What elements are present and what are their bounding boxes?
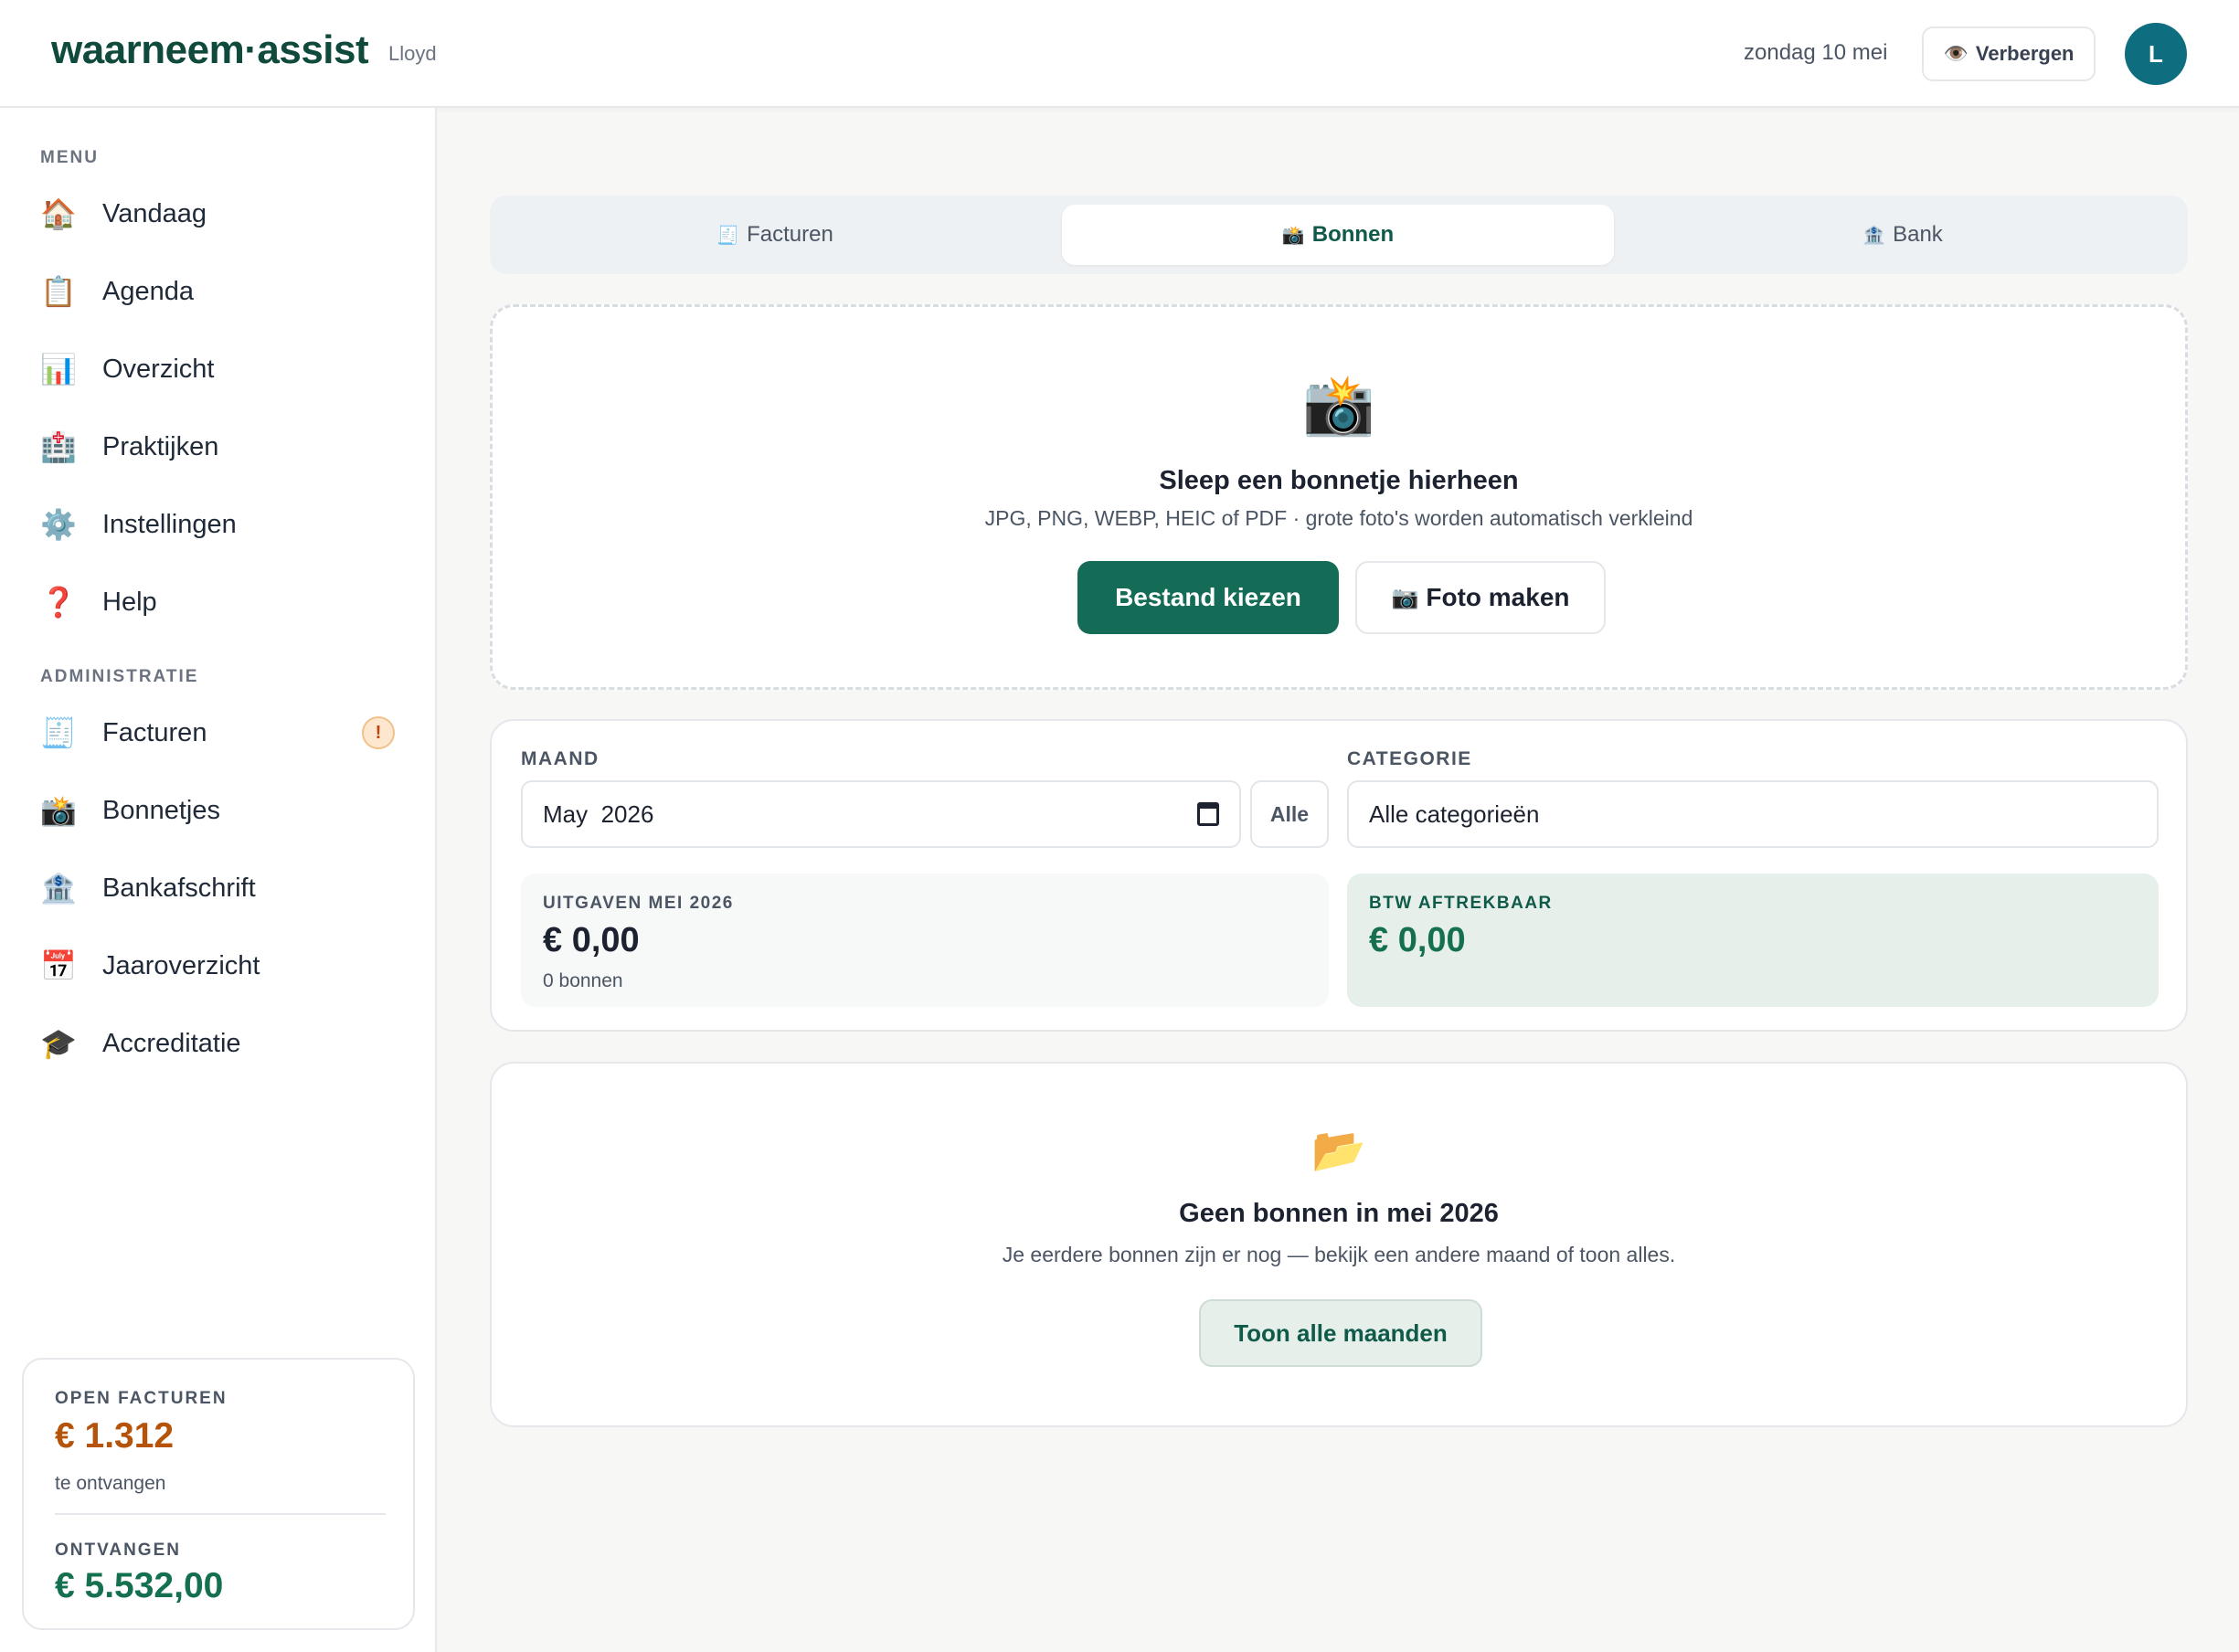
tab-facturen[interactable]: 🧾 Facturen — [499, 205, 1051, 265]
received-amount: € 5.532,00 — [55, 1566, 224, 1605]
expenses-stat: UITGAVEN MEI 2026 € 0,00 0 bonnen — [521, 874, 1329, 1007]
open-invoices-amount: € 1.312 — [55, 1416, 175, 1456]
expenses-amount: € 0,00 — [543, 921, 640, 959]
vat-stat: BTW AFTREKBAAR € 0,00 — [1347, 874, 2159, 1007]
sidebar-item-praktijken[interactable]: 🏥 Praktijken — [40, 415, 406, 479]
sidebar-item-label: Vandaag — [102, 198, 207, 228]
month-input[interactable]: May 2026 — [521, 780, 1241, 848]
invoice-summary-card: OPEN FACTUREN € 1.312 te ontvangen ONTVA… — [22, 1358, 415, 1630]
bank-icon: 🏦 — [40, 872, 77, 905]
gear-icon: ⚙️ — [40, 508, 77, 541]
open-invoices-sub: te ontvangen — [55, 1473, 166, 1494]
camera-flash-icon: 📸 — [1281, 225, 1305, 246]
folder-icon: 📂 — [1311, 1127, 1366, 1175]
take-photo-label: Foto maken — [1426, 583, 1570, 611]
camera-icon: 📷 — [1391, 585, 1419, 610]
current-date: zondag 10 mei — [1744, 40, 1888, 65]
month-label: MAAND — [521, 748, 600, 769]
expenses-count: 0 bonnen — [543, 970, 623, 991]
calendar-icon: 📅 — [40, 949, 77, 982]
top-bar: waarneem·assist Lloyd zondag 10 mei 👁️ V… — [0, 0, 2239, 108]
camera-flash-icon: 📸 — [40, 794, 77, 827]
house-icon: 🏠 — [40, 197, 77, 230]
bar-chart-icon: 📊 — [40, 353, 77, 386]
sidebar-item-jaaroverzicht[interactable]: 📅 Jaaroverzicht — [40, 934, 406, 998]
sidebar-item-help[interactable]: ❓ Help — [40, 570, 406, 634]
receipt-icon: 🧾 — [716, 225, 740, 246]
dropzone-subtitle: JPG, PNG, WEBP, HEIC of PDF · grote foto… — [984, 506, 1693, 530]
sidebar-item-label: Bonnetjes — [102, 795, 220, 825]
hide-amounts-button[interactable]: 👁️ Verbergen — [1922, 26, 2096, 81]
take-photo-button[interactable]: 📷 Foto maken — [1355, 561, 1606, 634]
tab-bonnen[interactable]: 📸 Bonnen — [1062, 205, 1614, 265]
empty-state-card: 📂 Geen bonnen in mei 2026 Je eerdere bon… — [490, 1062, 2188, 1427]
received-label: ONTVANGEN — [55, 1541, 181, 1560]
filter-card: MAAND May 2026 Alle CATEGORIE Alle categ… — [490, 719, 2188, 1032]
empty-subtitle: Je eerdere bonnen zijn er nog — bekijk e… — [1002, 1243, 1676, 1266]
sidebar-item-bankafschrift[interactable]: 🏦 Bankafschrift — [40, 856, 406, 920]
choose-file-button[interactable]: Bestand kiezen — [1077, 561, 1339, 634]
open-invoices-label: OPEN FACTUREN — [55, 1389, 228, 1408]
app-logo[interactable]: waarneem·assist — [51, 27, 369, 73]
menu-section-label: MENU — [40, 148, 99, 167]
hide-amounts-label: Verbergen — [1975, 42, 2075, 65]
avatar[interactable]: L — [2125, 23, 2187, 85]
receipt-dropzone[interactable]: 📸 Sleep een bonnetje hierheen JPG, PNG, … — [490, 304, 2188, 690]
sidebar-item-vandaag[interactable]: 🏠 Vandaag — [40, 182, 406, 246]
camera-flash-icon: 📸 — [1302, 372, 1375, 438]
alert-badge: ! — [362, 716, 395, 749]
sidebar-item-label: Help — [102, 587, 157, 617]
sidebar-item-label: Accreditatie — [102, 1028, 241, 1058]
bank-icon: 🏦 — [1862, 225, 1886, 246]
tab-bank[interactable]: 🏦 Bank — [1627, 205, 2179, 265]
sidebar-item-instellingen[interactable]: ⚙️ Instellingen — [40, 492, 406, 556]
month-value: May 2026 — [543, 800, 654, 828]
tab-bar: 🧾 Facturen 📸 Bonnen 🏦 Bank — [490, 196, 2188, 274]
graduation-cap-icon: 🎓 — [40, 1027, 77, 1060]
sidebar-item-label: Agenda — [102, 276, 194, 306]
tab-label: Bank — [1893, 222, 1943, 247]
clipboard-icon: 📋 — [40, 275, 77, 308]
vat-amount: € 0,00 — [1369, 921, 1466, 959]
sidebar-item-agenda[interactable]: 📋 Agenda — [40, 259, 406, 323]
sidebar-item-overzicht[interactable]: 📊 Overzicht — [40, 337, 406, 401]
sidebar-item-label: Praktijken — [102, 431, 219, 461]
empty-title: Geen bonnen in mei 2026 — [1179, 1199, 1499, 1228]
calendar-icon[interactable] — [1197, 802, 1219, 826]
receipt-icon: 🧾 — [40, 716, 77, 749]
sidebar-item-accreditatie[interactable]: 🎓 Accreditatie — [40, 1011, 406, 1075]
all-months-button[interactable]: Alle — [1250, 780, 1329, 848]
user-name: Lloyd — [388, 42, 437, 65]
question-mark-icon: ❓ — [40, 586, 77, 619]
tab-label: Facturen — [747, 222, 833, 247]
sidebar-item-label: Instellingen — [102, 509, 237, 539]
category-value: Alle categorieën — [1369, 800, 1540, 828]
hospital-icon: 🏥 — [40, 430, 77, 463]
show-all-months-button[interactable]: Toon alle maanden — [1199, 1299, 1482, 1367]
tab-label: Bonnen — [1311, 222, 1395, 247]
sidebar-item-label: Jaaroverzicht — [102, 950, 260, 980]
category-select[interactable]: Alle categorieën — [1347, 780, 2159, 848]
expenses-label: UITGAVEN MEI 2026 — [543, 894, 734, 913]
admin-section-label: ADMINISTRATIE — [40, 667, 199, 686]
category-label: CATEGORIE — [1347, 748, 1472, 769]
summary-divider — [55, 1513, 386, 1515]
sidebar-item-label: Facturen — [102, 717, 207, 747]
sidebar-item-label: Bankafschrift — [102, 873, 256, 903]
dropzone-title: Sleep een bonnetje hierheen — [1159, 466, 1519, 495]
sidebar-item-bonnetjes[interactable]: 📸 Bonnetjes — [40, 778, 406, 842]
vat-label: BTW AFTREKBAAR — [1369, 894, 1553, 913]
sidebar-item-label: Overzicht — [102, 354, 215, 384]
eye-icon: 👁️ — [1943, 42, 1968, 65]
sidebar-item-facturen[interactable]: 🧾 Facturen ! — [40, 701, 406, 765]
